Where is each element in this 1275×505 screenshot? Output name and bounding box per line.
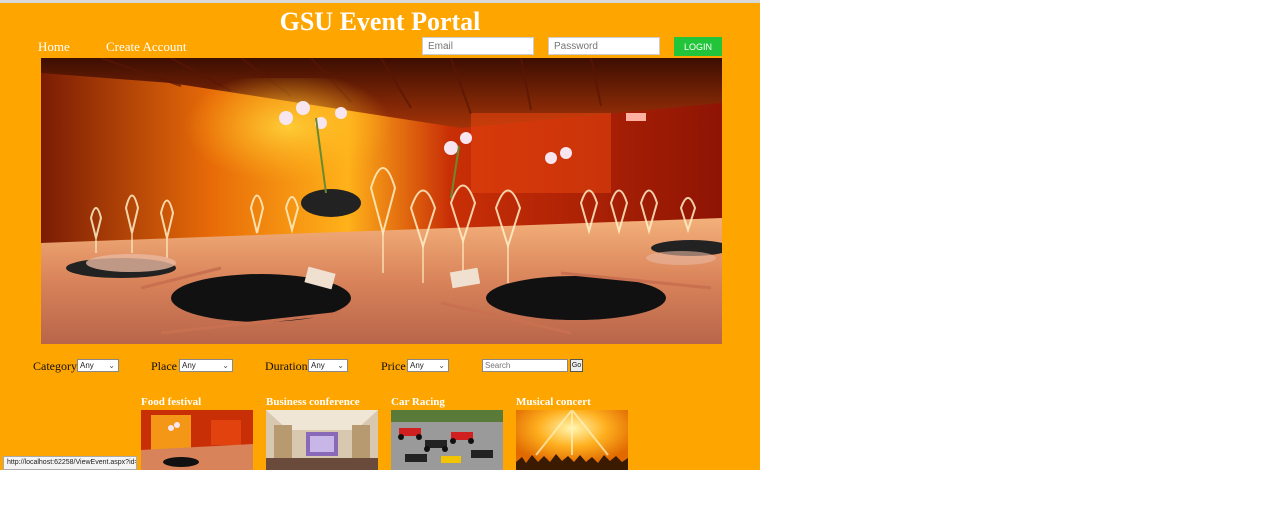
browser-status-bar-url: http://localhost:62258/ViewEvent.aspx?id… <box>3 456 137 470</box>
place-select-value: Any <box>182 361 196 370</box>
event-thumbnail-image[interactable] <box>516 410 628 470</box>
category-select-value: Any <box>80 361 94 370</box>
duration-label: Duration <box>265 359 308 373</box>
search-input[interactable] <box>482 359 568 372</box>
event-name[interactable]: Business conference <box>266 396 378 409</box>
event-thumbnail-image[interactable] <box>141 410 253 470</box>
page-title: GSU Event Portal <box>279 7 481 36</box>
go-button[interactable]: Go <box>570 359 583 372</box>
event-name[interactable]: Musical concert <box>516 396 628 409</box>
nav-create-account-link[interactable]: Create Account <box>106 39 187 55</box>
nav-home-link[interactable]: Home <box>38 39 70 55</box>
event-card-musical-concert[interactable]: Musical concert <box>516 396 628 470</box>
email-field[interactable] <box>422 37 534 55</box>
place-label: Place <box>151 359 177 373</box>
chevron-down-icon: ⌄ <box>438 361 445 370</box>
event-card-business-conference[interactable]: Business conference <box>266 396 378 470</box>
category-label: Category <box>33 359 77 373</box>
price-select-value: Any <box>410 361 424 370</box>
place-select[interactable]: Any ⌄ <box>179 359 233 372</box>
duration-select-value: Any <box>311 361 325 370</box>
price-label: Price <box>381 359 406 373</box>
price-select[interactable]: Any ⌄ <box>407 359 449 372</box>
event-thumbnail-image[interactable] <box>266 410 378 470</box>
chevron-down-icon: ⌄ <box>222 361 229 370</box>
event-thumbnail-image[interactable] <box>391 410 503 470</box>
duration-select[interactable]: Any ⌄ <box>308 359 348 372</box>
category-select[interactable]: Any ⌄ <box>77 359 119 372</box>
event-card-car-racing[interactable]: Car Racing <box>391 396 503 470</box>
event-name[interactable]: Food festival <box>141 396 253 409</box>
portal-page: GSU Event Portal Home Create Account LOG… <box>0 3 760 470</box>
login-button[interactable]: LOGIN <box>674 37 722 56</box>
chevron-down-icon: ⌄ <box>108 361 115 370</box>
password-field[interactable] <box>548 37 660 55</box>
hero-banner-image <box>41 58 722 344</box>
event-card-food-festival[interactable]: Food festival <box>141 396 253 470</box>
event-name[interactable]: Car Racing <box>391 396 503 409</box>
chevron-down-icon: ⌄ <box>337 361 344 370</box>
